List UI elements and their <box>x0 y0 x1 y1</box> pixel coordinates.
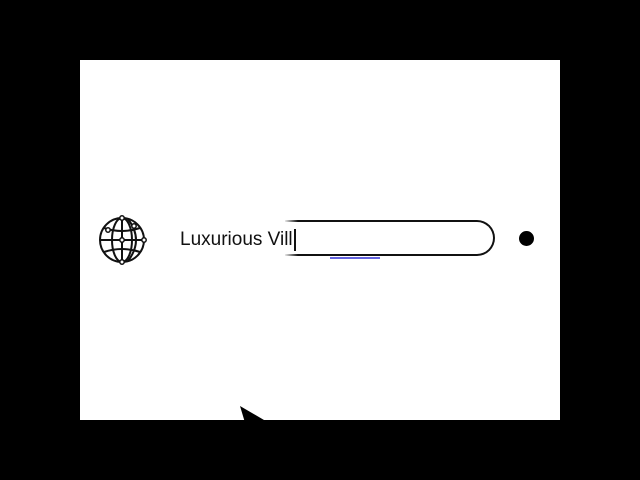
search-focus-underline <box>330 257 380 259</box>
search-input-text: Luxurious Vill <box>180 229 293 250</box>
mouse-pointer-icon <box>240 406 266 420</box>
globe-icon[interactable] <box>98 215 148 265</box>
search-field[interactable] <box>285 220 495 256</box>
app-canvas: Luxurious Vill <box>80 60 560 420</box>
dot-icon[interactable] <box>519 231 534 246</box>
text-caret <box>293 229 296 251</box>
search-input[interactable]: Luxurious Vill <box>180 228 296 252</box>
